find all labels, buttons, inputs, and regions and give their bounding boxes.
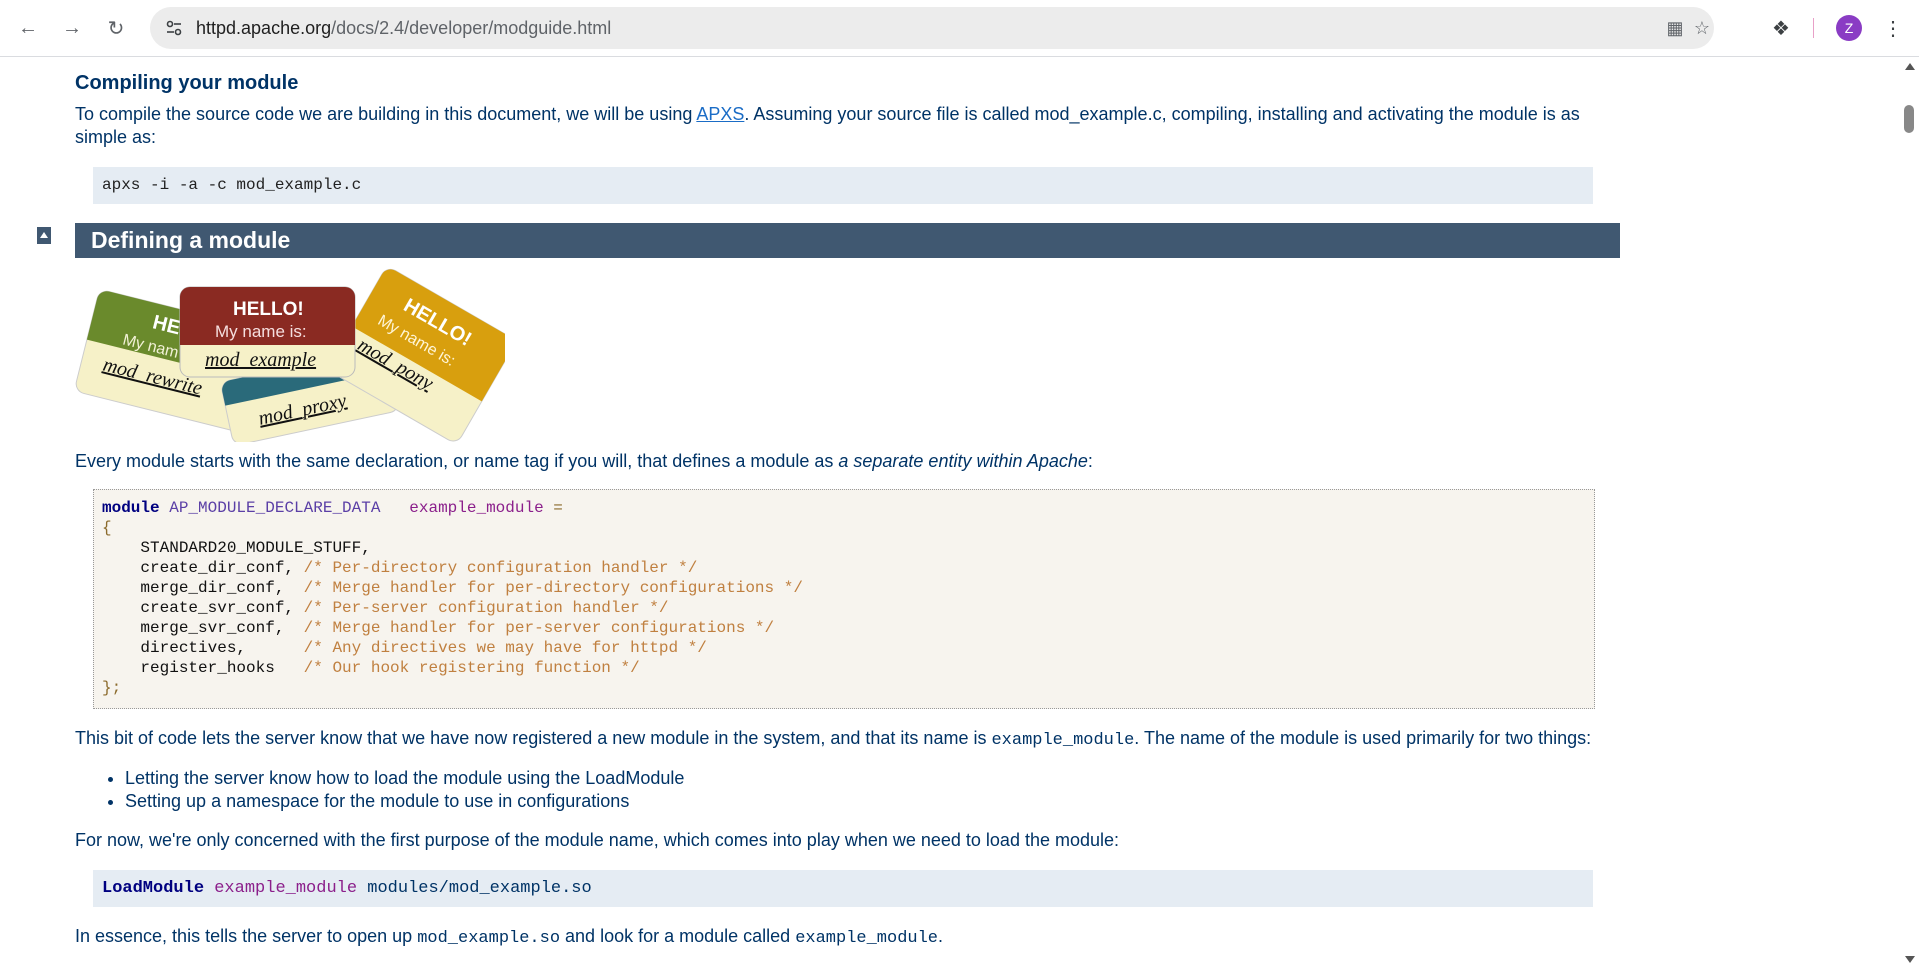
code-comment: /* Any directives we may have for httpd … <box>303 639 707 657</box>
essence-code-2: example_module <box>795 929 939 948</box>
module-declaration-code: module AP_MODULE_DECLARE_DATA example_mo… <box>93 489 1595 709</box>
svg-text:HELLO!: HELLO! <box>233 299 304 320</box>
apxs-link[interactable]: APXS <box>696 104 744 124</box>
code-keyword: module <box>102 499 160 517</box>
compile-paragraph: To compile the source code we are buildi… <box>75 103 1605 149</box>
registration-paragraph: This bit of code lets the server know th… <box>75 727 1605 752</box>
every-em: a separate entity within Apache <box>838 451 1088 471</box>
every-end: : <box>1087 451 1093 471</box>
code-open: { <box>102 519 112 537</box>
list-item: Letting the server know how to load the … <box>125 767 684 790</box>
compile-text-1: To compile the source code we are buildi… <box>75 104 697 124</box>
svg-text:My name is:: My name is: <box>215 322 307 341</box>
reload-icon[interactable]: ↻ <box>102 14 130 42</box>
address-bar[interactable]: httpd.apache.org/docs/2.4/developer/modg… <box>150 7 1714 49</box>
scroll-down-icon[interactable] <box>1905 956 1915 963</box>
code-var: example_module <box>409 499 544 517</box>
translate-icon[interactable]: ▦ <box>1664 17 1686 39</box>
loadmodule-keyword: LoadModule <box>102 879 205 898</box>
bit-text-1: This bit of code lets the server know th… <box>75 728 992 748</box>
loadmodule-var: example_module <box>214 879 358 898</box>
back-icon[interactable]: ← <box>14 14 42 42</box>
code-eq: = <box>553 499 563 517</box>
page-viewport: Compiling your module To compile the sou… <box>0 57 1900 967</box>
purpose-list: Letting the server know how to load the … <box>75 767 684 813</box>
code-comment: /* Merge handler for per-directory confi… <box>303 579 803 597</box>
url-text[interactable]: httpd.apache.org/docs/2.4/developer/modg… <box>196 18 611 39</box>
for-now-paragraph: For now, we're only concerned with the f… <box>75 830 1120 850</box>
code-comment: /* Per-server configuration handler */ <box>303 599 669 617</box>
code-close: }; <box>102 679 122 697</box>
loadmodule-example-box: LoadModule example_module modules/mod_ex… <box>93 870 1593 907</box>
code-comment: /* Merge handler for per-server configur… <box>303 619 775 637</box>
toolbar-divider <box>1813 18 1814 38</box>
essence-code-1: mod_example.so <box>417 929 561 948</box>
vertical-scrollbar[interactable] <box>1900 57 1919 967</box>
essence-text-3: . <box>938 926 944 946</box>
list-item: Setting up a namespace for the module to… <box>125 790 684 813</box>
back-to-top-icon[interactable] <box>37 227 51 244</box>
extensions-icon[interactable]: ❖ <box>1767 14 1795 42</box>
essence-text-2: and look for a module called <box>560 926 796 946</box>
profile-avatar[interactable]: Z <box>1836 15 1862 41</box>
every-text: Every module starts with the same declar… <box>75 451 839 471</box>
code-line-name: merge_svr_conf, <box>102 619 304 637</box>
code-type: AP_MODULE_DECLARE_DATA <box>169 499 381 517</box>
bit-code: example_module <box>991 731 1135 750</box>
code-comment: /* Per-directory configuration handler *… <box>303 559 698 577</box>
code-line-name: create_dir_conf, <box>102 559 304 577</box>
forward-icon[interactable]: → <box>58 14 86 42</box>
section-header: Defining a module <box>75 223 1620 258</box>
code-line-name: register_hooks <box>102 659 304 677</box>
name-tags-illustration: HEL My nam mod_rewrite mod_proxy HELLO! … <box>75 268 505 442</box>
code-comment: /* Our hook registering function */ <box>303 659 640 677</box>
essence-text-1: In essence, this tells the server to ope… <box>75 926 418 946</box>
loadmodule-path: modules/mod_example.so <box>367 879 592 898</box>
svg-text:mod_example: mod_example <box>205 349 316 371</box>
apxs-example-box: apxs -i -a -c mod_example.c <box>93 167 1593 204</box>
code-line-name: create_svr_conf, <box>102 599 304 617</box>
site-info-icon[interactable] <box>164 18 184 38</box>
bit-text-2: . The name of the module is used primari… <box>1134 728 1592 748</box>
bookmark-star-icon[interactable]: ☆ <box>1691 17 1713 39</box>
section-title: Defining a module <box>91 227 291 253</box>
code-line-name: merge_dir_conf, <box>102 579 304 597</box>
code-line-name: STANDARD20_MODULE_STUFF, <box>102 539 371 557</box>
essence-paragraph: In essence, this tells the server to ope… <box>75 925 943 950</box>
code-line-name: directives, <box>102 639 304 657</box>
scroll-up-icon[interactable] <box>1905 63 1915 70</box>
scroll-thumb[interactable] <box>1904 105 1914 133</box>
apxs-command: apxs -i -a -c mod_example.c <box>102 176 362 194</box>
browser-toolbar: ← → ↻ httpd.apache.org/docs/2.4/develope… <box>0 0 1919 57</box>
every-module-paragraph: Every module starts with the same declar… <box>75 450 1093 473</box>
menu-icon[interactable]: ⋮ <box>1879 14 1907 42</box>
compiling-heading: Compiling your module <box>75 72 299 94</box>
